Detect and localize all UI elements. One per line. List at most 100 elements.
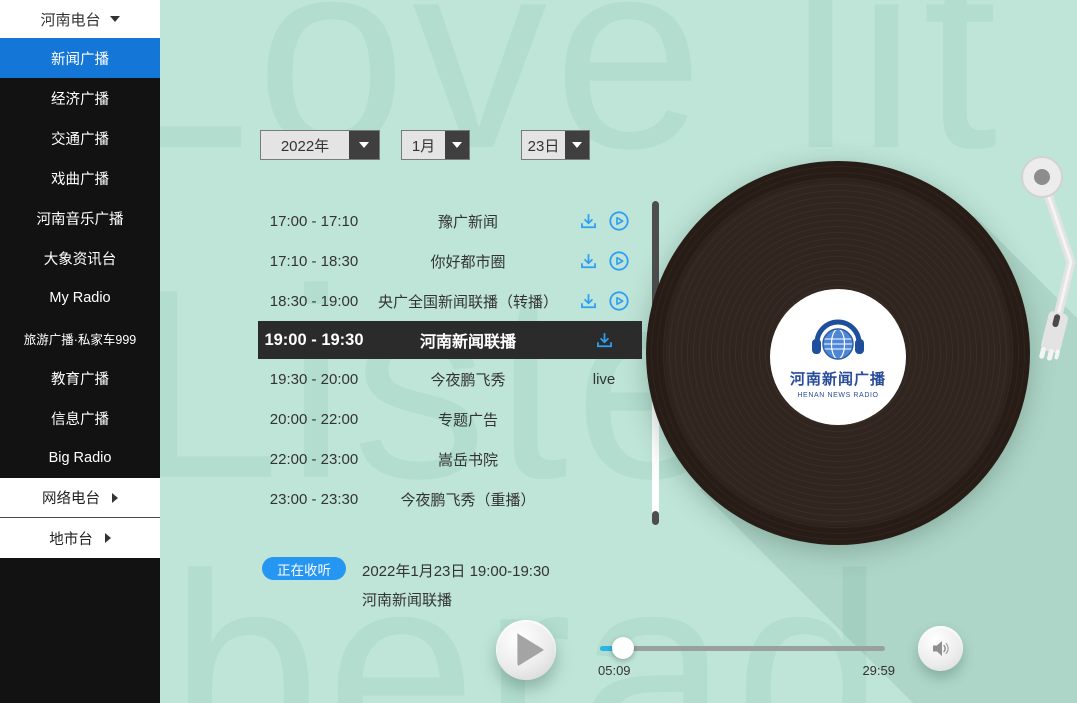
program-actions [566, 290, 642, 312]
year-select-arrow-button[interactable] [349, 131, 379, 159]
program-actions [566, 210, 642, 232]
program-title: 今夜鹏飞秀 [370, 369, 566, 390]
seek-bar-thumb[interactable] [612, 637, 634, 659]
live-label: live [593, 371, 616, 388]
now-playing-badge-label: 正在收听 [277, 559, 331, 579]
play-program-button[interactable] [608, 250, 630, 272]
seek-bar[interactable] [600, 646, 885, 651]
chevron-down-icon [110, 16, 120, 22]
total-time: 29:59 [855, 663, 895, 678]
sidebar: 河南电台 新闻广播经济广播交通广播戏曲广播河南音乐广播大象资讯台My Radio… [0, 0, 160, 703]
schedule-row[interactable]: 20:00 - 22:00专题广告 [258, 399, 642, 439]
download-button[interactable] [594, 330, 615, 351]
schedule-row[interactable]: 22:00 - 23:00嵩岳书院 [258, 439, 642, 479]
schedule-row[interactable]: 23:00 - 23:30今夜鹏飞秀（重播） [258, 479, 642, 519]
sidebar-item-3[interactable]: 交通广播 [0, 118, 160, 158]
sidebar-expandable-list: 网络电台地市台 [0, 478, 160, 558]
program-title: 专题广告 [370, 409, 566, 430]
station-group-dropdown[interactable]: 河南电台 [0, 0, 160, 38]
play-circle-icon [608, 250, 630, 272]
sidebar-item-6[interactable]: 大象资讯台 [0, 238, 160, 278]
program-time: 17:10 - 18:30 [258, 253, 370, 270]
sidebar-item-5[interactable]: 河南音乐广播 [0, 198, 160, 238]
schedule-row[interactable]: 18:30 - 19:00央广全国新闻联播（转播） [258, 281, 642, 321]
sidebar-item-11[interactable]: Big Radio [0, 438, 160, 478]
play-circle-icon [608, 290, 630, 312]
download-icon [578, 291, 599, 312]
program-title: 嵩岳书院 [370, 449, 566, 470]
program-actions: live [566, 371, 642, 388]
program-title: 央广全国新闻联播（转播） [370, 291, 566, 312]
volume-button[interactable] [918, 626, 963, 671]
station-group-label: 河南电台 [40, 9, 100, 30]
month-select-value: 1月 [402, 131, 445, 159]
program-time: 22:00 - 23:00 [258, 451, 370, 468]
schedule-row[interactable]: 17:00 - 17:10豫广新闻 [258, 201, 642, 241]
record-station-name-cn: 河南新闻广播 [790, 368, 886, 389]
program-time: 20:00 - 22:00 [258, 411, 370, 428]
day-select-value: 23日 [522, 131, 565, 159]
program-title: 豫广新闻 [370, 211, 566, 232]
schedule-row[interactable]: 19:00 - 19:30河南新闻联播 [258, 321, 642, 359]
program-title: 你好都市圈 [370, 251, 566, 272]
program-actions [566, 330, 642, 351]
tonearm-head [1038, 310, 1069, 362]
record-label: 河南新闻广播 HENAN NEWS RADIO [770, 289, 906, 425]
now-playing-program: 河南新闻联播 [362, 589, 452, 610]
month-select-arrow-button[interactable] [445, 131, 469, 159]
sidebar-item-8[interactable]: 旅游广播·私家车999 [0, 318, 160, 358]
play-button[interactable] [496, 620, 556, 680]
download-button[interactable] [578, 211, 599, 232]
scrollbar-end-cap [652, 511, 659, 525]
sidebar-item-7[interactable]: My Radio [0, 278, 160, 318]
sidebar-channel-list: 新闻广播经济广播交通广播戏曲广播河南音乐广播大象资讯台My Radio旅游广播·… [0, 38, 160, 478]
elapsed-time: 05:09 [598, 663, 631, 678]
play-program-button[interactable] [608, 290, 630, 312]
now-playing-badge: 正在收听 [262, 557, 346, 580]
chevron-down-icon [359, 142, 369, 148]
program-time: 19:30 - 20:00 [258, 371, 370, 388]
play-circle-icon [608, 210, 630, 232]
sidebar-item-4[interactable]: 戏曲广播 [0, 158, 160, 198]
year-select[interactable]: 2022年 [260, 130, 380, 160]
play-icon [518, 634, 544, 666]
download-icon [578, 211, 599, 232]
month-select[interactable]: 1月 [401, 130, 470, 160]
now-playing-datetime: 2022年1月23日 19:00-19:30 [362, 560, 550, 581]
sidebar-expandable-item-1[interactable]: 网络电台 [0, 478, 160, 518]
app-root: Love lit Liste berad 河南新闻广播 HENAN NEWS R… [0, 0, 1077, 703]
sidebar-expandable-item-2[interactable]: 地市台 [0, 518, 160, 558]
day-select-arrow-button[interactable] [565, 131, 589, 159]
record-station-name-en: HENAN NEWS RADIO [797, 392, 878, 399]
program-time: 18:30 - 19:00 [258, 293, 370, 310]
sidebar-item-10[interactable]: 信息广播 [0, 398, 160, 438]
download-button[interactable] [578, 251, 599, 272]
download-button[interactable] [578, 291, 599, 312]
day-select[interactable]: 23日 [521, 130, 590, 160]
chevron-right-icon [112, 493, 118, 503]
chevron-down-icon [572, 142, 582, 148]
program-title: 今夜鹏飞秀（重播） [370, 489, 566, 510]
tonearm-pivot [1022, 157, 1062, 197]
year-select-value: 2022年 [261, 131, 349, 159]
program-schedule-list: 17:00 - 17:10豫广新闻17:10 - 18:30你好都市圈18:30… [258, 201, 642, 519]
chevron-right-icon [105, 533, 111, 543]
sidebar-item-1[interactable]: 新闻广播 [0, 38, 160, 78]
download-icon [594, 330, 615, 351]
program-title: 河南新闻联播 [370, 328, 566, 352]
play-program-button[interactable] [608, 210, 630, 232]
sidebar-item-9[interactable]: 教育广播 [0, 358, 160, 398]
program-actions [566, 250, 642, 272]
station-logo-icon [805, 316, 871, 366]
program-time: 19:00 - 19:30 [258, 331, 370, 350]
program-time: 23:00 - 23:30 [258, 491, 370, 508]
schedule-row[interactable]: 19:30 - 20:00今夜鹏飞秀 live [258, 359, 642, 399]
schedule-row[interactable]: 17:10 - 18:30你好都市圈 [258, 241, 642, 281]
program-time: 17:00 - 17:10 [258, 213, 370, 230]
sidebar-item-2[interactable]: 经济广播 [0, 78, 160, 118]
sidebar-expandable-label: 网络电台 [42, 487, 100, 508]
download-icon [578, 251, 599, 272]
sidebar-expandable-label: 地市台 [49, 528, 93, 549]
background-watermark-line1: Love lit [100, 0, 1003, 190]
speaker-icon [930, 638, 951, 659]
